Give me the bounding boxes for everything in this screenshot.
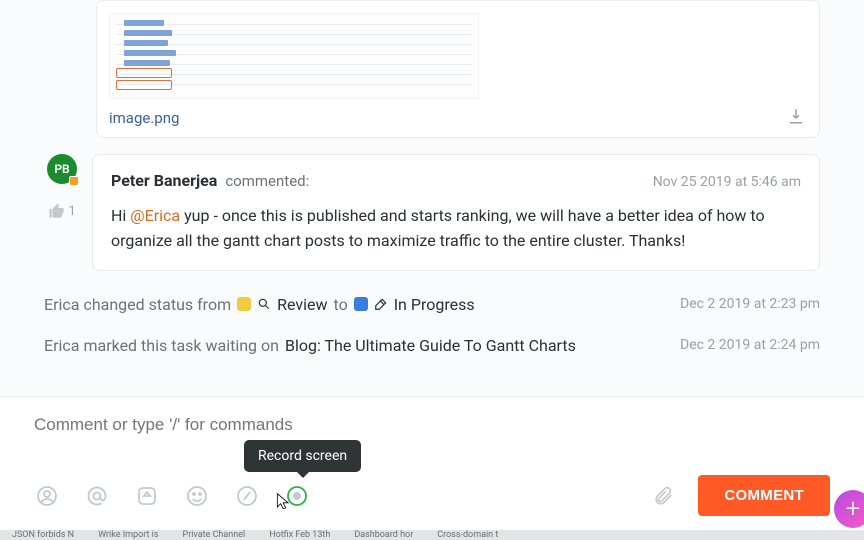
- browser-tabs: JSON forbids N Wrike Import is Private C…: [0, 530, 864, 540]
- activity-mid: to: [334, 295, 348, 314]
- tab[interactable]: Wrike Import is: [98, 530, 158, 540]
- new-task-icon[interactable]: [134, 483, 160, 509]
- activity-feed: image.png PB 1 Peter Banerjea: [0, 0, 864, 396]
- comment-action: commented:: [225, 172, 309, 190]
- slash-command-icon[interactable]: [234, 483, 260, 509]
- activity-text: Erica changed status from Review to In P…: [44, 295, 475, 314]
- tab[interactable]: Dashboard hor: [354, 530, 413, 540]
- comment-text-pre: Hi: [111, 206, 130, 225]
- attach-icon[interactable]: [650, 483, 676, 509]
- status-from: Review: [277, 295, 327, 314]
- magnifier-icon: [257, 297, 271, 311]
- avatar-column: PB 1: [44, 154, 80, 271]
- attachment-card: image.png: [96, 0, 820, 138]
- activity-pre: Erica changed status from: [44, 295, 231, 314]
- comment-composer: Record screen COMMENT: [0, 396, 864, 530]
- comment-text-post: yup - once this is published and starts …: [111, 206, 765, 250]
- activity-status-change: Erica changed status from Review to In P…: [44, 289, 820, 320]
- app-root: image.png PB 1 Peter Banerjea: [0, 0, 864, 540]
- like-count: 1: [68, 204, 75, 219]
- activity-timestamp: Dec 2 2019 at 2:23 pm: [680, 296, 820, 312]
- comment-header: Peter Banerjea commented: Nov 25 2019 at…: [111, 171, 801, 190]
- attachment-filename[interactable]: image.png: [109, 109, 179, 127]
- activity-waiting-on: Erica marked this task waiting on Blog: …: [44, 330, 820, 361]
- comment-button[interactable]: COMMENT: [698, 475, 830, 516]
- status-color-from: [237, 297, 251, 311]
- task-link[interactable]: Blog: The Ultimate Guide To Gantt Charts: [285, 336, 576, 355]
- comment-timestamp: Nov 25 2019 at 5:46 am: [653, 174, 801, 190]
- mention[interactable]: @Erica: [130, 206, 180, 225]
- tab[interactable]: Hotfix Feb 13th: [269, 530, 330, 540]
- comment-input[interactable]: [34, 411, 830, 475]
- emoji-icon[interactable]: [184, 483, 210, 509]
- comment-card: Peter Banerjea commented: Nov 25 2019 at…: [92, 154, 820, 271]
- toolbar-right: COMMENT: [650, 475, 830, 516]
- toolbar-icons: [34, 483, 310, 509]
- composer-toolbar: Record screen COMMENT: [34, 475, 830, 516]
- comment-author: Peter Banerjea: [111, 171, 217, 190]
- activity-pre: Erica marked this task waiting on: [44, 336, 279, 355]
- status-dot: [69, 176, 79, 186]
- download-icon[interactable]: [787, 107, 805, 125]
- hammer-icon: [374, 297, 388, 311]
- comment-body: Hi @Erica yup - once this is published a…: [111, 204, 801, 254]
- assignee-icon[interactable]: [34, 483, 60, 509]
- tab[interactable]: JSON forbids N: [12, 530, 74, 540]
- comment-row: PB 1 Peter Banerjea commented: Nov 25 20…: [44, 154, 820, 271]
- fab-add[interactable]: +: [834, 490, 864, 528]
- tooltip: Record screen: [244, 440, 361, 472]
- avatar-initials: PB: [54, 162, 69, 176]
- record-screen-icon[interactable]: [284, 483, 310, 509]
- avatar[interactable]: PB: [47, 154, 77, 184]
- tab[interactable]: Private Channel: [183, 530, 246, 540]
- activity-timestamp: Dec 2 2019 at 2:24 pm: [680, 337, 820, 353]
- like-button[interactable]: 1: [48, 202, 75, 220]
- status-color-to: [354, 297, 368, 311]
- comment-author-line: Peter Banerjea commented:: [111, 171, 309, 190]
- activity-text: Erica marked this task waiting on Blog: …: [44, 336, 576, 355]
- tab[interactable]: Cross-domain t: [437, 530, 498, 540]
- attachment-preview[interactable]: [109, 13, 479, 99]
- thumbs-up-icon: [48, 202, 66, 220]
- status-to: In Progress: [394, 295, 475, 314]
- mention-icon[interactable]: [84, 483, 110, 509]
